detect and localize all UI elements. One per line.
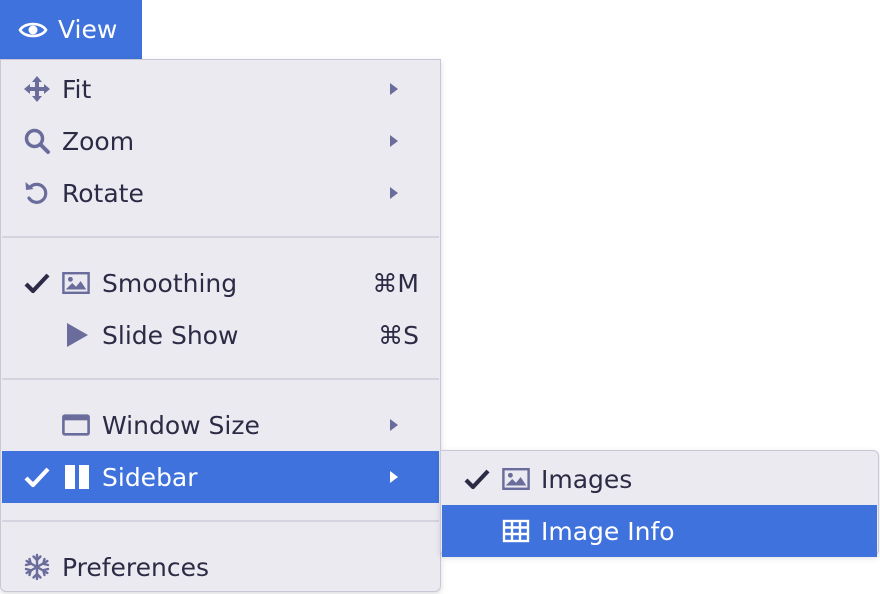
- image-icon: [62, 270, 90, 296]
- submenu-arrow-icon: [389, 186, 399, 200]
- menu-item-label: Window Size: [102, 410, 260, 440]
- menu-item-window-size[interactable]: Window Size: [2, 399, 439, 451]
- menu-item-label: Preferences: [62, 552, 210, 582]
- submenu-item-image-info[interactable]: Image Info: [442, 505, 877, 557]
- menu-item-label: Fit: [62, 74, 92, 104]
- menu-item-sidebar[interactable]: Sidebar: [2, 451, 439, 503]
- menu-item-label: Rotate: [62, 178, 144, 208]
- menu-item-label: Sidebar: [102, 462, 198, 492]
- menu-item-label: Slide Show: [102, 320, 239, 350]
- table-grid-icon: [502, 518, 530, 544]
- checkmark-icon: [464, 468, 490, 490]
- snowflake-icon: [23, 553, 51, 581]
- image-icon: [502, 466, 530, 492]
- menu-item-smoothing[interactable]: Smoothing ⌘M: [2, 257, 439, 309]
- sidebar-columns-icon: [63, 464, 91, 490]
- menu-item-label: Image Info: [541, 516, 675, 546]
- view-menu-label: View: [58, 15, 118, 44]
- keyboard-shortcut: ⌘S: [378, 320, 419, 350]
- menu-item-label: Zoom: [62, 126, 135, 156]
- menu-item-label: Images: [541, 464, 633, 494]
- submenu-arrow-icon: [389, 470, 399, 484]
- view-menu-button[interactable]: View: [0, 0, 142, 59]
- checkmark-icon: [24, 272, 50, 294]
- menu-item-rotate[interactable]: Rotate: [2, 167, 439, 219]
- submenu-arrow-icon: [389, 134, 399, 148]
- magnifier-icon: [23, 128, 51, 154]
- sidebar-submenu: Images Image Info: [440, 450, 879, 557]
- keyboard-shortcut: ⌘M: [372, 268, 419, 298]
- screen: View Fit Zoom Rotate Smoothing ⌘M Slide …: [0, 0, 880, 594]
- menu-item-preferences[interactable]: Preferences: [2, 541, 439, 593]
- play-icon: [63, 322, 91, 348]
- submenu-item-images[interactable]: Images: [442, 453, 877, 505]
- rotate-ccw-icon: [23, 180, 51, 206]
- menu-item-zoom[interactable]: Zoom: [2, 115, 439, 167]
- window-icon: [62, 412, 90, 438]
- move-arrows-icon: [23, 76, 51, 102]
- menu-item-slide-show[interactable]: Slide Show ⌘S: [2, 309, 439, 361]
- menu-item-label: Smoothing: [102, 268, 238, 298]
- submenu-arrow-icon: [389, 418, 399, 432]
- menu-item-fit[interactable]: Fit: [2, 63, 439, 115]
- menu-separator: [2, 520, 439, 522]
- submenu-arrow-icon: [389, 82, 399, 96]
- checkmark-icon: [24, 466, 50, 488]
- view-menu: Fit Zoom Rotate Smoothing ⌘M Slide Show …: [0, 59, 441, 592]
- menu-separator: [2, 378, 439, 380]
- eye-icon: [18, 19, 48, 41]
- menu-separator: [2, 236, 439, 238]
